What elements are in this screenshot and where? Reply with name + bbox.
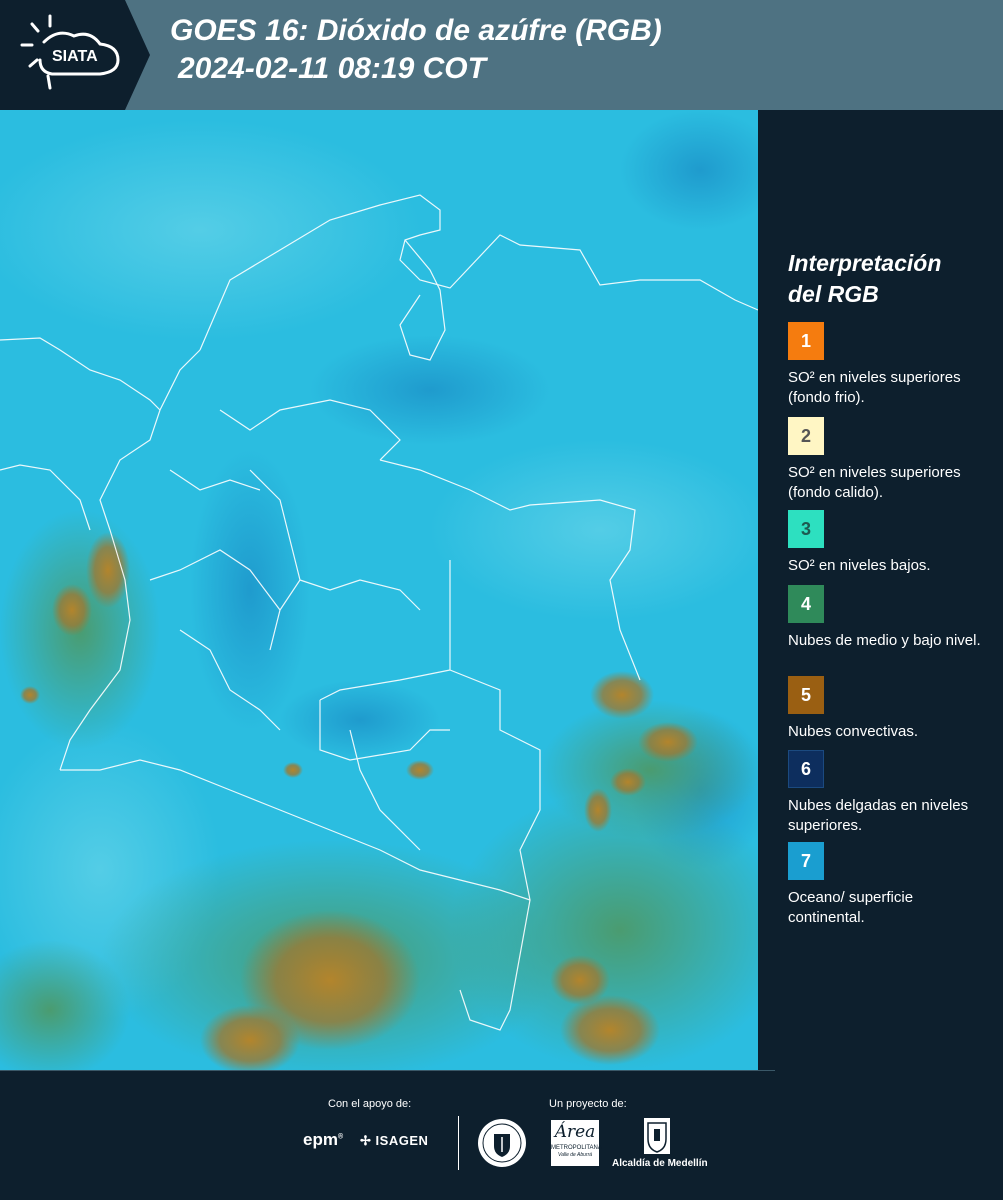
legend-number: 3 xyxy=(800,518,811,539)
footer: Con el apoyo de: Un proyecto de: epm® ✢ … xyxy=(0,1070,1003,1200)
legend-label: SO² en niveles superiores (fondo calido)… xyxy=(788,464,961,501)
legend-item-3: 3 SO² en niveles bajos. xyxy=(788,510,988,576)
legend-number: 2 xyxy=(800,425,811,446)
satellite-image xyxy=(0,110,758,1070)
satellite-map[interactable] xyxy=(0,110,758,1070)
legend-number: 7 xyxy=(800,850,811,871)
page-timestamp: 2024-02-11 08:19 COT xyxy=(178,52,486,85)
legend-title-line1: Interpretación xyxy=(788,250,942,276)
header-bar: SIATA GOES 16: Dióxido de azúfre (RGB) 2… xyxy=(0,0,1003,110)
support-caption: Con el apoyo de: xyxy=(328,1098,412,1110)
page-title: GOES 16: Dióxido de azúfre (RGB) xyxy=(170,14,662,47)
legend-label: Nubes delgadas en niveles superiores. xyxy=(788,797,969,834)
epm-logo: epm® xyxy=(303,1130,344,1149)
legend-item-4: 4 Nubes de medio y bajo nivel. xyxy=(788,585,988,651)
legend-item-2: 2 SO² en niveles superiores (fondo calid… xyxy=(788,417,988,503)
legend-number: 5 xyxy=(800,684,811,705)
footer-divider xyxy=(458,1116,459,1170)
legend-item-1: 1 SO² en niveles superiores (fondo frio)… xyxy=(788,322,988,408)
alcaldia-crest-icon xyxy=(644,1118,670,1154)
legend-item-7: 7 Oceano/ superficie continental. xyxy=(788,842,988,928)
siata-logo-tab: SIATA xyxy=(0,0,150,110)
legend-swatch: 4 xyxy=(788,585,824,623)
legend-panel: Interpretación del RGB 1 SO² en niveles … xyxy=(758,110,1003,1070)
legend-label: SO² en niveles bajos. xyxy=(788,557,931,574)
legend-number: 4 xyxy=(800,593,811,614)
legend-swatch: 5 xyxy=(788,676,824,714)
legend-title: Interpretación del RGB xyxy=(788,248,988,310)
legend-swatch: 6 xyxy=(788,750,824,788)
legend-number: 6 xyxy=(800,758,811,779)
legend-swatch: 7 xyxy=(788,842,824,880)
legend-swatch: 2 xyxy=(788,417,824,455)
legend-label: Nubes de medio y bajo nivel. xyxy=(788,632,981,649)
legend-label: SO² en niveles superiores (fondo frio). xyxy=(788,369,961,406)
legend-item-5: 5 Nubes convectivas. xyxy=(788,676,988,742)
isagen-icon: ✢ xyxy=(360,1133,372,1148)
alcaldia-label: Alcaldía de Medellín xyxy=(612,1158,708,1169)
medellin-seal-icon xyxy=(478,1119,526,1167)
project-caption: Un proyecto de: xyxy=(549,1098,627,1110)
area-metropolitana-logo: Área METROPOLITANA Valle de Aburrá xyxy=(551,1120,602,1166)
legend-number: 1 xyxy=(800,330,811,351)
legend-title-line2: del RGB xyxy=(788,281,879,307)
isagen-logo: ✢ ISAGEN xyxy=(360,1133,429,1148)
legend-label: Oceano/ superficie continental. xyxy=(788,889,914,926)
footer-divider-top xyxy=(0,1070,775,1071)
legend-swatch: 1 xyxy=(788,322,824,360)
legend-swatch: 3 xyxy=(788,510,824,548)
legend-item-6: 6 Nubes delgadas en niveles superiores. xyxy=(788,750,988,836)
siata-logo-text: SIATA xyxy=(52,48,98,65)
legend-label: Nubes convectivas. xyxy=(788,723,919,740)
